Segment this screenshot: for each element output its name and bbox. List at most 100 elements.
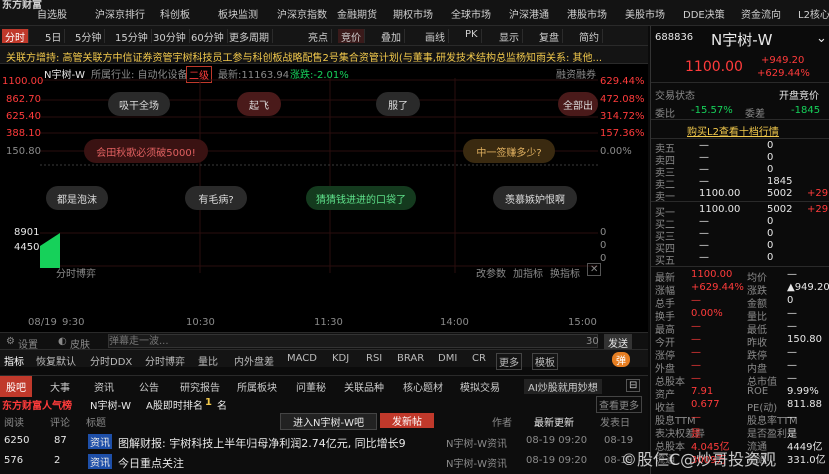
stat-cell: +629.44%: [691, 282, 744, 293]
menu-item-options[interactable]: 期权市场: [393, 6, 433, 21]
change-indicator-link[interactable]: 换指标: [550, 265, 580, 280]
menu-item-dde[interactable]: DDE决策: [683, 6, 725, 21]
overlay-button[interactable]: 叠加: [378, 29, 405, 44]
row-read: 576: [4, 455, 24, 466]
tab-rsi[interactable]: RSI: [366, 353, 382, 364]
change-params-link[interactable]: 改参数: [476, 265, 506, 280]
tab-sectors[interactable]: 所属板块: [237, 379, 277, 394]
x-tick-4: 14:00: [440, 317, 469, 328]
weicha-label: 委差: [745, 109, 765, 120]
skin-icon[interactable]: ◐: [58, 336, 67, 347]
stat-cell: —: [787, 347, 797, 358]
tab-30min[interactable]: 30分钟: [150, 29, 190, 44]
menu-item-watchlist[interactable]: 自选股: [37, 6, 67, 21]
tab-cr[interactable]: CR: [472, 353, 486, 364]
tab-news[interactable]: 资讯: [94, 379, 114, 394]
draw-line-button[interactable]: 画线: [422, 29, 449, 44]
tab-ai-stock[interactable]: AI炒股就用妙想: [524, 379, 602, 394]
level-v: 0: [767, 140, 774, 151]
tab-dmi[interactable]: DMI: [438, 353, 457, 364]
intraday-chart[interactable]: N宇树-W 所属行业: 自动化设备 二级 最新:11163.94 涨跌:-2.0…: [0, 64, 648, 332]
table-row[interactable]: 576 2 资讯 今日重点关注 N宇树-W资讯 08-19 09:20 08-1…: [0, 453, 648, 471]
gear-icon[interactable]: ⚙: [6, 336, 15, 347]
y-right-tick-1: 472.08%: [600, 94, 645, 105]
menu-item-indices[interactable]: 沪深京指数: [277, 6, 327, 21]
replay-button[interactable]: 复盘: [536, 29, 563, 44]
row-title[interactable]: 今日重点关注: [118, 455, 184, 471]
simple-button[interactable]: 简约: [576, 29, 603, 44]
danmu-input[interactable]: [108, 334, 598, 348]
tab-60min[interactable]: 60分钟: [188, 29, 228, 44]
table-row[interactable]: 6250 87 资讯 图解财报: 宇树科技上半年归母净利润2.74亿元, 同比增…: [0, 433, 648, 451]
auction-button[interactable]: 竞价: [338, 29, 365, 44]
l2-upgrade-link[interactable]: 购买L2查看十档行情: [687, 123, 779, 138]
level-p: 1100.00: [699, 204, 741, 215]
display-button[interactable]: 显示: [496, 29, 523, 44]
menu-item-hk[interactable]: 港股市场: [567, 6, 607, 21]
stat-row: 资产 7.91 ROE 9.99%: [655, 386, 827, 401]
tab-kdj[interactable]: KDJ: [332, 353, 349, 364]
y-right-tick-3: 157.36%: [600, 128, 645, 139]
tab-5day[interactable]: 5日: [42, 29, 66, 44]
tab-indicator[interactable]: 指标: [4, 353, 24, 368]
danmu-toggle[interactable]: 弹: [612, 352, 630, 367]
tab-inner-outer[interactable]: 内外盘差: [234, 353, 274, 368]
level-v: 5002: [767, 188, 793, 199]
tab-ask-secretary[interactable]: 问董秘: [296, 379, 326, 394]
row-tag: 资讯: [88, 434, 112, 449]
danmu-count: 30: [586, 336, 599, 347]
menu-item-sector-monitor[interactable]: 板块监测: [218, 6, 258, 21]
stat-row: 总股本 — 总市值 —: [655, 373, 827, 388]
news-ticker[interactable]: 关联方增持: 高管关联方中信证券资管宇树科技员工参与科创板战略配售2号集合资管计…: [0, 46, 648, 64]
view-more-button[interactable]: 查看更多: [596, 396, 642, 413]
enter-bar-button[interactable]: 进入N宇树-W吧: [280, 413, 377, 430]
tab-more[interactable]: 更多: [496, 353, 522, 370]
tab-simulated[interactable]: 模拟交易: [460, 379, 500, 394]
tab-intraday[interactable]: 分时: [2, 29, 29, 44]
new-post-button[interactable]: 发新帖: [380, 413, 434, 428]
tab-related[interactable]: 关联品种: [344, 379, 384, 394]
tab-15min[interactable]: 15分钟: [112, 29, 152, 44]
tab-game[interactable]: 分时博弈: [145, 353, 185, 368]
stat-cell: 1100.00: [691, 269, 733, 280]
danmu-bubble: 中一签赚多少?: [463, 139, 555, 163]
stat-cell: —: [787, 269, 797, 280]
tab-announcements[interactable]: 公告: [139, 379, 159, 394]
tab-research[interactable]: 研究报告: [180, 379, 220, 394]
tab-macd[interactable]: MACD: [287, 353, 317, 364]
tab-themes[interactable]: 核心题材: [403, 379, 443, 394]
menu-item-connect[interactable]: 沪深港通: [509, 6, 549, 21]
pk-button[interactable]: PK: [462, 29, 482, 43]
tab-ddx[interactable]: 分时DDX: [90, 353, 132, 368]
status-value: 开盘竞价: [779, 91, 819, 102]
tab-guba[interactable]: 股吧: [0, 376, 32, 397]
chevron-down-icon[interactable]: ⌄: [816, 31, 827, 46]
tab-volume-ratio[interactable]: 量比: [198, 353, 218, 368]
highlight-button[interactable]: 亮点: [305, 29, 332, 44]
tab-reset[interactable]: 恢复默认: [36, 353, 76, 368]
tab-5min[interactable]: 5分钟: [72, 29, 106, 44]
add-indicator-link[interactable]: 加指标: [513, 265, 543, 280]
header-updated[interactable]: 最新更新: [534, 414, 574, 429]
vol-right-tick-0: 0: [600, 227, 607, 238]
menu-item-star-market[interactable]: 科创板: [160, 6, 190, 21]
guba-stock: N宇树-W: [90, 401, 131, 412]
menu-item-us[interactable]: 美股市场: [625, 6, 665, 21]
row-author[interactable]: N宇树-W资讯: [446, 455, 507, 470]
tab-brar[interactable]: BRAR: [397, 353, 424, 364]
tab-more-periods[interactable]: 更多周期: [226, 29, 273, 44]
menu-item-ranking[interactable]: 沪深京排行: [95, 6, 145, 21]
close-icon[interactable]: ✕: [587, 263, 602, 276]
y-left-tick-0: 1100.00: [2, 76, 44, 87]
row-title[interactable]: 图解财报: 宇树科技上半年归母净利润2.74亿元, 同比增长9: [118, 435, 406, 451]
tab-events[interactable]: 大事: [50, 379, 70, 394]
menu-item-l2[interactable]: L2核心: [798, 6, 829, 21]
collapse-icon[interactable]: ⊟: [626, 379, 641, 392]
menu-item-capital-flow[interactable]: 资金流向: [741, 6, 781, 21]
level-p: —: [699, 240, 709, 251]
tab-template[interactable]: 模板: [532, 353, 558, 370]
order-level: 买四 —0: [655, 240, 827, 255]
menu-item-global[interactable]: 全球市场: [451, 6, 491, 21]
row-author[interactable]: N宇树-W资讯: [446, 435, 507, 450]
menu-item-futures[interactable]: 金融期货: [337, 6, 377, 21]
